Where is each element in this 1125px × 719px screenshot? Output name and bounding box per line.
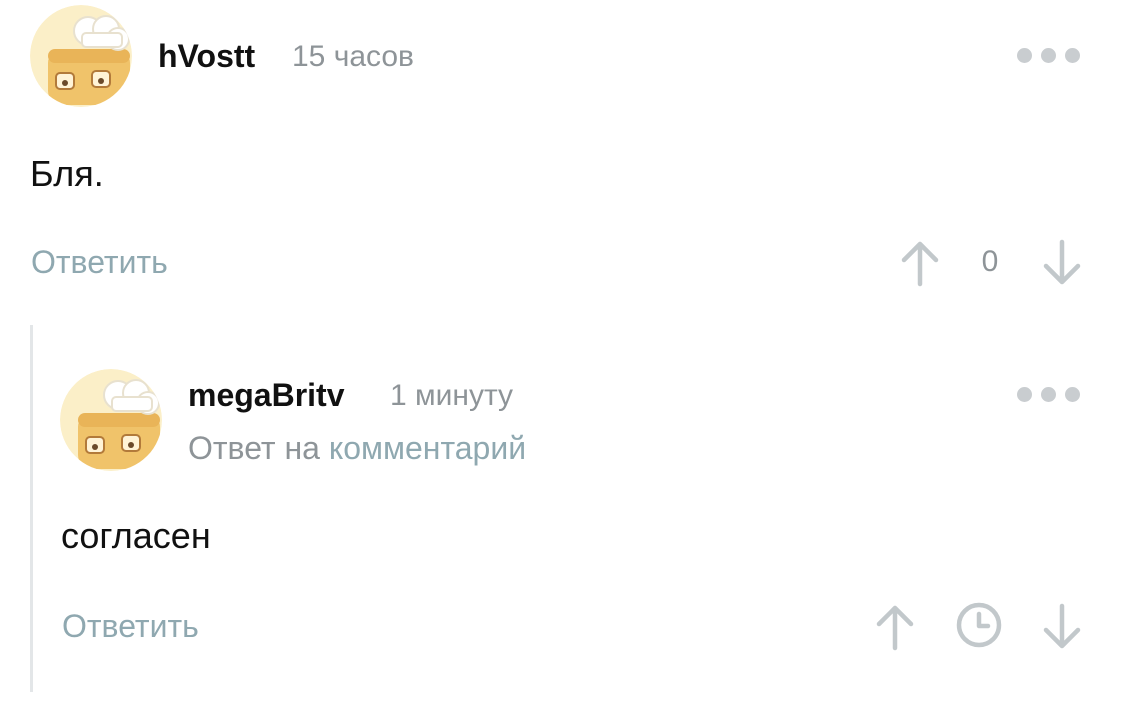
- comment-text: согласен: [61, 515, 211, 556]
- reply-button[interactable]: Ответить: [62, 608, 199, 645]
- avatar[interactable]: [60, 369, 162, 471]
- thread-line: [30, 325, 33, 692]
- timestamp: 15 часов: [292, 40, 414, 73]
- avatar[interactable]: [30, 5, 132, 107]
- reply-to-line: Ответ на комментарий: [188, 430, 526, 467]
- more-dots-icon[interactable]: [1017, 385, 1081, 405]
- reply-to-prefix: Ответ на: [188, 430, 320, 466]
- vote-score: 0: [981, 245, 999, 278]
- comment-text: Бля.: [30, 153, 104, 194]
- arrow-up-icon[interactable]: [898, 238, 942, 288]
- more-dots-icon[interactable]: [1017, 46, 1081, 66]
- arrow-up-icon[interactable]: [873, 602, 917, 652]
- arrow-down-icon[interactable]: [1040, 238, 1084, 288]
- clock-icon: [954, 600, 1004, 650]
- timestamp: 1 минуту: [390, 379, 514, 412]
- arrow-down-icon[interactable]: [1040, 602, 1084, 652]
- username[interactable]: hVostt: [158, 38, 255, 75]
- username[interactable]: megaBritv: [188, 377, 345, 414]
- reply-button[interactable]: Ответить: [31, 244, 168, 281]
- reply-to-comment-link[interactable]: комментарий: [329, 430, 526, 466]
